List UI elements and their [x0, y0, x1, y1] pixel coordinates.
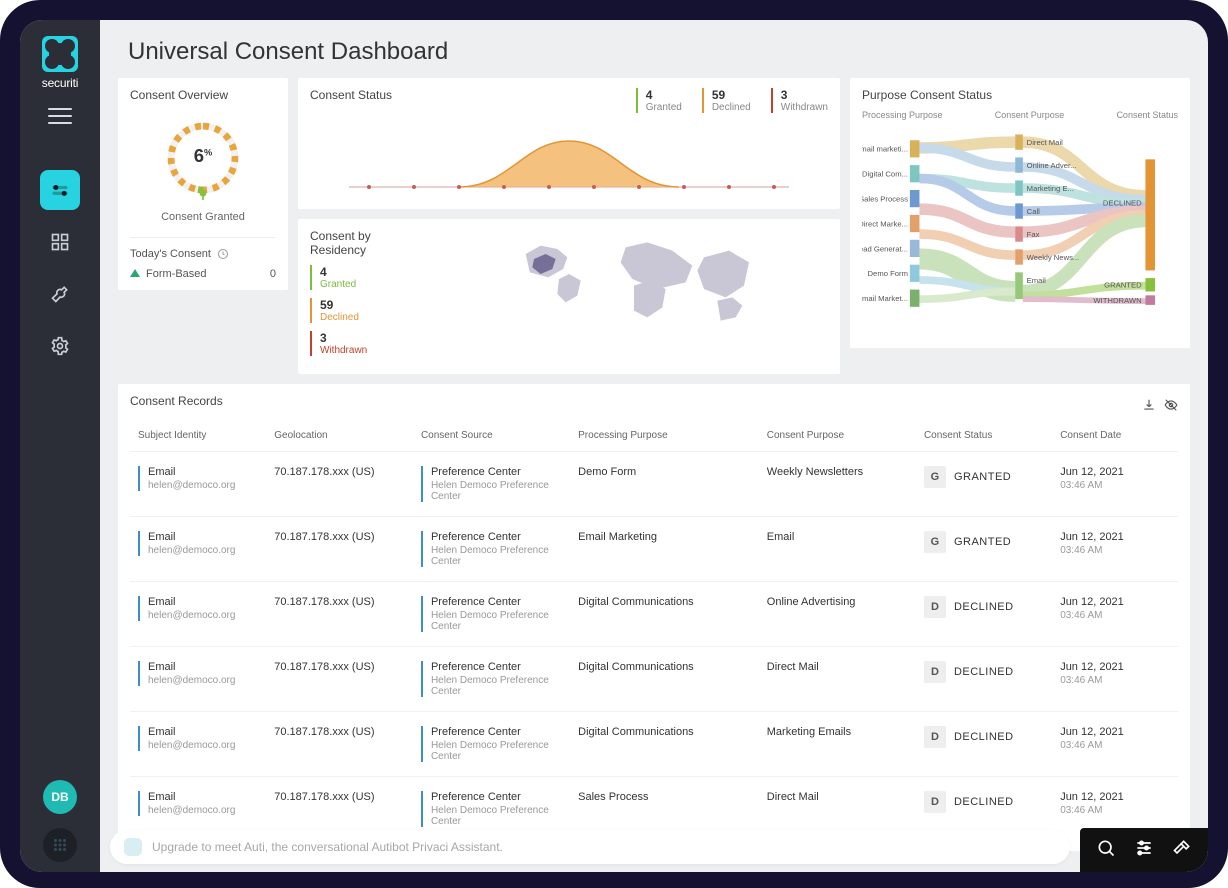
column-header[interactable]: Subject Identity: [130, 424, 266, 452]
today-consent-row: Form-Based 0: [130, 268, 276, 280]
svg-text:Online Adver...: Online Adver...: [1027, 161, 1077, 170]
records-table: Subject IdentityGeolocationConsent Sourc…: [130, 424, 1178, 841]
clock-icon: [217, 248, 229, 260]
svg-text:Direct Mail: Direct Mail: [1027, 138, 1063, 147]
svg-text:Email Market...: Email Market...: [862, 294, 908, 303]
table-row[interactable]: Emailhelen@democo.org70.187.178.xxx (US)…: [130, 582, 1178, 647]
apps-menu[interactable]: [43, 828, 77, 862]
column-header[interactable]: Consent Date: [1052, 424, 1178, 452]
chat-input[interactable]: Upgrade to meet Auti, the conversational…: [110, 830, 1070, 864]
overview-caption: Consent Granted: [161, 211, 245, 223]
overview-title: Consent Overview: [130, 88, 228, 102]
page-title: Universal Consent Dashboard: [100, 20, 1208, 78]
brand-logo: securiti: [20, 36, 100, 90]
logo-icon: [42, 36, 78, 72]
column-header[interactable]: Geolocation: [266, 424, 413, 452]
sankey-chart: Email marketi... Digital Com... Sales Proc…: [862, 124, 1178, 346]
svg-text:Email marketi...: Email marketi...: [862, 145, 908, 154]
download-button[interactable]: [1142, 398, 1156, 412]
svg-text:Call: Call: [1027, 207, 1040, 216]
svg-text:Digital Com...: Digital Com...: [862, 170, 908, 179]
search-button[interactable]: [1096, 838, 1116, 863]
apps-icon: [51, 836, 69, 854]
svg-text:Direct Marke...: Direct Marke...: [862, 219, 908, 228]
gauge-chart: 6%: [161, 116, 245, 200]
svg-text:WITHDRAWN: WITHDRAWN: [1093, 296, 1141, 305]
status-title: Consent Status: [310, 88, 392, 102]
table-row[interactable]: Emailhelen@democo.org70.187.178.xxx (US)…: [130, 517, 1178, 582]
search-icon: [1096, 838, 1116, 858]
residency-count-declined: 59Declined: [310, 298, 430, 323]
svg-text:GRANTED: GRANTED: [1104, 281, 1142, 290]
hammer-icon: [1172, 838, 1192, 858]
filters-button[interactable]: [1134, 838, 1154, 863]
purpose-header-mid: Consent Purpose: [995, 110, 1065, 120]
card-purpose-status: Purpose Consent Status Processing Purpos…: [850, 78, 1190, 348]
download-icon: [1142, 398, 1156, 412]
svg-text:DECLINED: DECLINED: [1103, 198, 1142, 207]
svg-text:Demo Form: Demo Form: [868, 269, 908, 278]
card-consent-status: Consent Status 4Granted 59Declined 3Withdr…: [298, 78, 840, 209]
trend-up-icon: [130, 269, 140, 277]
menu-toggle[interactable]: [48, 108, 72, 124]
status-count-declined: 59Declined: [702, 88, 751, 113]
svg-text:Fax: Fax: [1027, 230, 1040, 239]
bottom-bar: Upgrade to meet Auti, the conversational…: [100, 828, 1208, 872]
gear-icon: [50, 336, 70, 356]
nav-dashboard[interactable]: [40, 222, 80, 262]
column-header[interactable]: Consent Purpose: [759, 424, 916, 452]
column-header[interactable]: Consent Status: [916, 424, 1052, 452]
toolbar: [1080, 828, 1208, 872]
world-map: [440, 229, 828, 329]
purpose-header-left: Processing Purpose: [862, 110, 943, 120]
sliders-icon: [1134, 838, 1154, 858]
avatar[interactable]: DB: [43, 780, 77, 814]
status-count-granted: 4Granted: [636, 88, 682, 113]
column-header[interactable]: Consent Source: [413, 424, 570, 452]
residency-count-withdrawn: 3Withdrawn: [310, 331, 430, 356]
eye-off-icon: [1164, 398, 1178, 412]
card-consent-residency: Consent by Residency 4Granted 59Declined 3…: [298, 219, 840, 374]
status-count-withdrawn: 3Withdrawn: [771, 88, 828, 113]
chat-icon: [124, 838, 142, 856]
residency-title: Consent by Residency: [310, 229, 430, 257]
purpose-title: Purpose Consent Status: [862, 88, 1178, 102]
svg-text:Email: Email: [1027, 276, 1046, 285]
svg-text:Weekly News...: Weekly News...: [1027, 253, 1080, 262]
svg-text:Lead Generat...: Lead Generat...: [862, 244, 908, 253]
residency-count-granted: 4Granted: [310, 265, 430, 290]
table-row[interactable]: Emailhelen@democo.org70.187.178.xxx (US)…: [130, 712, 1178, 777]
grid-icon: [50, 232, 70, 252]
table-row[interactable]: Emailhelen@democo.org70.187.178.xxx (US)…: [130, 452, 1178, 517]
brand-name: securiti: [42, 76, 78, 90]
table-row[interactable]: Emailhelen@democo.org70.187.178.xxx (US)…: [130, 647, 1178, 712]
hide-columns-button[interactable]: [1164, 398, 1178, 412]
nav-settings[interactable]: [40, 326, 80, 366]
wrench-icon: [50, 284, 70, 304]
build-button[interactable]: [1172, 838, 1192, 863]
status-area-chart: [310, 113, 828, 199]
today-consent-label: Today's Consent: [130, 248, 276, 260]
toggle-icon: [50, 180, 70, 200]
card-consent-overview: Consent Overview 6%: [118, 78, 288, 290]
svg-text:Marketing E...: Marketing E...: [1027, 184, 1074, 193]
chat-placeholder: Upgrade to meet Auti, the conversational…: [152, 840, 503, 854]
records-title: Consent Records: [130, 394, 223, 408]
nav-consent[interactable]: [40, 170, 80, 210]
purpose-header-right: Consent Status: [1116, 110, 1178, 120]
svg-text:6%: 6%: [194, 145, 213, 166]
nav-tools[interactable]: [40, 274, 80, 314]
sidebar: securiti DB: [20, 20, 100, 872]
card-consent-records: Consent Records Subject IdentityGeolocat…: [118, 384, 1190, 851]
column-header[interactable]: Processing Purpose: [570, 424, 759, 452]
main: Universal Consent Dashboard Consent Over…: [100, 20, 1208, 872]
svg-text:Sales Process: Sales Process: [862, 194, 908, 203]
